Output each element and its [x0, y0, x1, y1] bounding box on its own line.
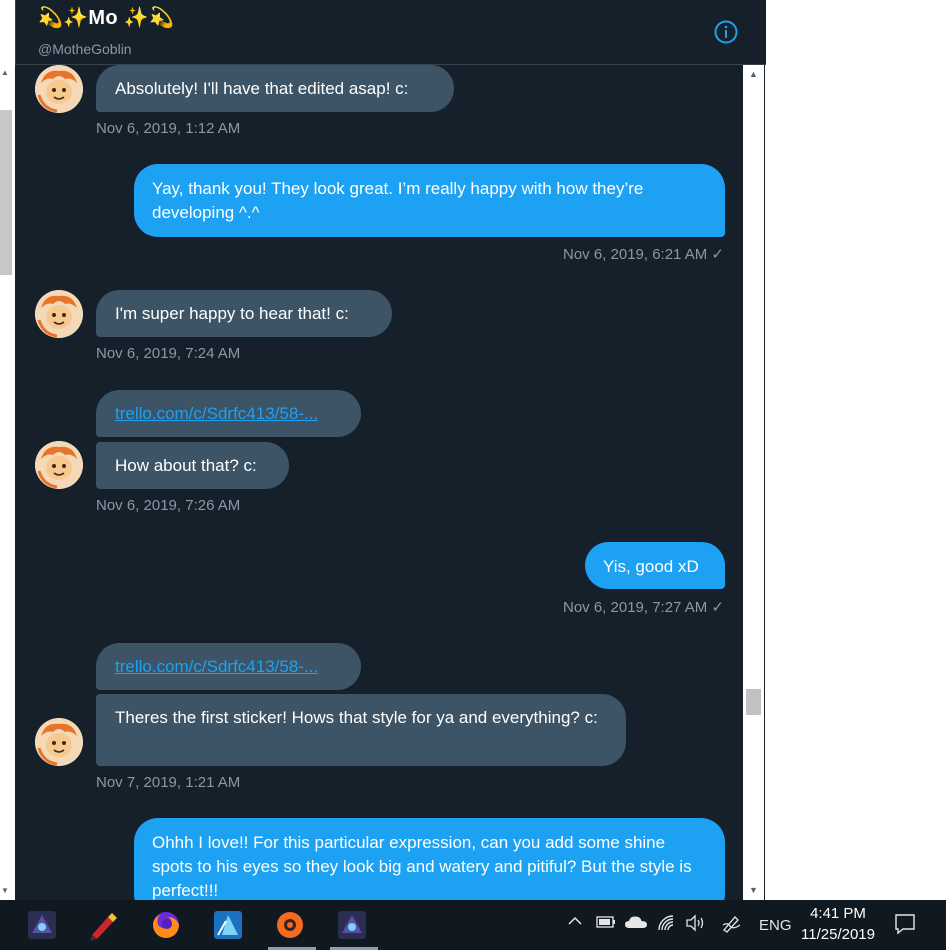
link-preview-bubble[interactable]: trello.com/c/Sdrfc413/58-...	[96, 643, 361, 690]
message-timestamp: Nov 6, 2019, 1:12 AM	[96, 120, 241, 137]
message-text: Yay, thank you! They look great. I’m rea…	[152, 179, 644, 222]
message-bubble-incoming[interactable]: I'm super happy to hear that! c:	[96, 290, 392, 337]
message-timestamp: Nov 6, 2019, 7:26 AM	[96, 497, 241, 514]
message-text: Absolutely! I'll have that edited asap! …	[115, 79, 409, 98]
message-timestamp: Nov 7, 2019, 1:21 AM	[96, 774, 241, 791]
message-timestamp: Nov 6, 2019, 7:24 AM	[96, 345, 241, 362]
scroll-down-arrow-icon[interactable]: ▼	[1, 886, 9, 895]
message-timestamp: Nov 6, 2019, 7:27 AM ✓	[563, 598, 724, 616]
left-window-scrollbar[interactable]: ▲ ▼	[0, 0, 15, 900]
clock-date: 11/25/2019	[801, 926, 875, 943]
volume-icon[interactable]	[685, 914, 707, 936]
avatar[interactable]	[35, 718, 83, 766]
info-icon[interactable]	[714, 20, 738, 44]
timestamp-text: Nov 6, 2019, 6:21 AM	[562, 246, 708, 263]
affinity-designer-icon[interactable]	[210, 907, 246, 943]
affinity-photo-icon[interactable]	[24, 907, 60, 943]
taskbar-clock[interactable]: 4:41 PM 11/25/2019	[795, 903, 881, 945]
notification-icon[interactable]	[893, 912, 917, 940]
message-bubble-outgoing[interactable]: Yis, good xD	[585, 542, 725, 589]
avatar[interactable]	[35, 65, 83, 113]
language-indicator[interactable]: ENG	[759, 917, 792, 934]
orange-app-icon[interactable]	[272, 907, 308, 943]
empty-area	[765, 0, 946, 900]
affinity-photo-icon[interactable]	[334, 907, 370, 943]
contact-name[interactable]: 💫✨Mo ✨💫	[38, 5, 174, 30]
pen-workspace-icon[interactable]	[721, 913, 743, 937]
message-text: Theres the first sticker! Hows that styl…	[115, 708, 598, 727]
sent-check-icon: ✓	[711, 246, 724, 263]
conversation-scrollbar[interactable]: ▲ ▼	[743, 65, 764, 900]
timestamp-text: Nov 6, 2019, 7:27 AM	[562, 599, 708, 616]
message-bubble-incoming[interactable]: Absolutely! I'll have that edited asap! …	[96, 65, 454, 112]
scroll-up-arrow-icon[interactable]: ▲	[749, 69, 758, 79]
message-timestamp: Nov 6, 2019, 6:21 AM ✓	[563, 245, 724, 263]
avatar[interactable]	[35, 290, 83, 338]
scroll-down-arrow-icon[interactable]: ▼	[749, 885, 758, 895]
message-text: I'm super happy to hear that! c:	[115, 304, 349, 323]
onedrive-cloud-icon[interactable]	[624, 915, 648, 933]
battery-icon[interactable]	[596, 915, 616, 933]
message-text: How about that? c:	[115, 456, 257, 475]
contact-handle[interactable]: @MotheGoblin	[38, 41, 132, 57]
scroll-up-arrow-icon[interactable]: ▲	[1, 68, 9, 77]
message-link[interactable]: trello.com/c/Sdrfc413/58-...	[115, 657, 318, 676]
scroll-thumb[interactable]	[0, 110, 12, 275]
message-link[interactable]: trello.com/c/Sdrfc413/58-...	[115, 404, 318, 423]
message-bubble-incoming[interactable]: Theres the first sticker! Hows that styl…	[96, 694, 626, 766]
message-bubble-incoming[interactable]: How about that? c:	[96, 442, 289, 489]
message-text: Yis, good xD	[603, 557, 699, 576]
clock-time: 4:41 PM	[810, 905, 866, 922]
chevron-up-icon[interactable]	[567, 913, 583, 933]
sent-check-icon: ✓	[711, 599, 724, 616]
link-preview-bubble[interactable]: trello.com/c/Sdrfc413/58-...	[96, 390, 361, 437]
scroll-thumb[interactable]	[746, 689, 761, 715]
pencil-app-icon[interactable]	[86, 907, 122, 943]
firefox-icon[interactable]	[148, 907, 184, 943]
avatar[interactable]	[35, 441, 83, 489]
wifi-icon[interactable]	[657, 914, 677, 936]
conversation-header: 💫✨Mo ✨💫 @MotheGoblin	[15, 0, 766, 65]
message-text: Ohhh I love!! For this particular expres…	[152, 833, 692, 900]
message-bubble-outgoing[interactable]: Yay, thank you! They look great. I’m rea…	[134, 164, 725, 237]
